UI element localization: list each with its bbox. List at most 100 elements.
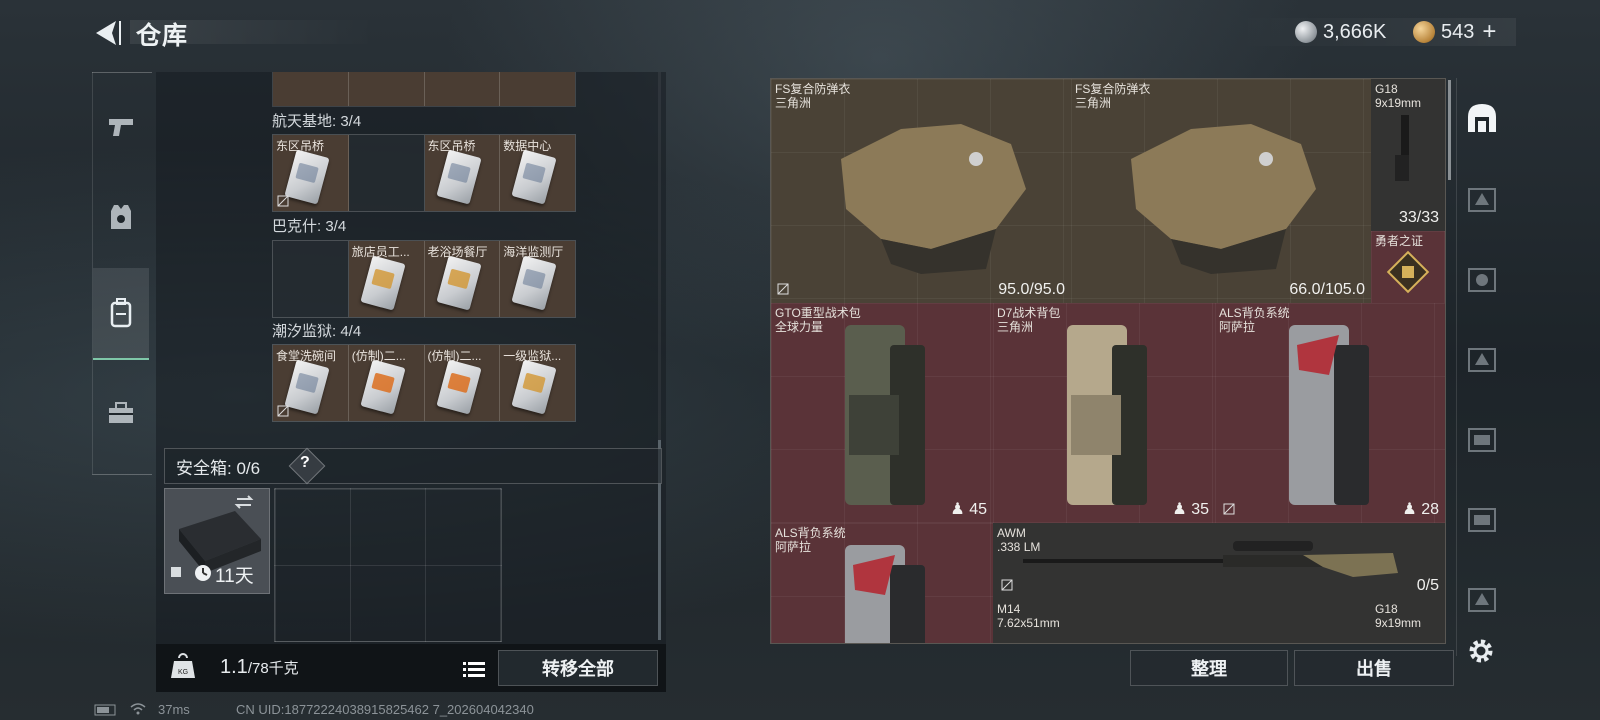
keycard-icon (284, 359, 330, 415)
body-armor-icon (841, 124, 1026, 274)
nav-tab-storage-5[interactable] (1457, 398, 1507, 478)
key-row-bakesh: 旅店员工... 老浴场餐厅 海洋监测厅 (272, 240, 576, 318)
inventory-item-backpack[interactable]: ALS背负系统 阿萨拉 ♟ 28 (1215, 303, 1445, 524)
key-slot[interactable] (273, 72, 349, 106)
key-slot[interactable]: 一级监狱... (500, 345, 575, 421)
nav-tab-storage-4[interactable] (1457, 318, 1507, 398)
inventory-item-armor[interactable]: FS复合防弹衣 三角洲 95.0/95.0 (771, 79, 1072, 304)
nav-tab-weapons[interactable] (93, 82, 149, 172)
item-title: G18 (1375, 602, 1398, 616)
inventory-item-pistol[interactable]: G18 9x19mm (1371, 599, 1445, 643)
list-view-button[interactable] (458, 654, 490, 684)
key-slot[interactable]: 东区吊桥 (424, 135, 501, 211)
storage-expansion-icon (1468, 348, 1496, 372)
add-currency-button[interactable]: + (1482, 18, 1496, 46)
sort-button[interactable]: 整理 (1130, 650, 1288, 686)
inventory-scrollbar[interactable] (1448, 80, 1451, 180)
key-name: 食堂洗碗间 (276, 349, 337, 363)
item-name: G18 9x19mm (1375, 82, 1421, 110)
list-icon (463, 662, 485, 677)
ammo-count: 0/5 (1416, 577, 1439, 594)
back-button[interactable] (90, 18, 126, 48)
inventory-item-medal[interactable]: 勇者之证 (1371, 231, 1445, 304)
inventory-item-rifle[interactable]: M14 7.62x51mm (993, 599, 1372, 643)
keycard-icon (435, 149, 482, 205)
nav-tab-storage-3[interactable] (1457, 238, 1507, 318)
item-subtitle: 9x19mm (1375, 616, 1422, 630)
armor-vest-icon (111, 205, 131, 229)
nav-tab-storage-6[interactable] (1457, 478, 1507, 558)
nav-tab-storage-7[interactable] (1457, 558, 1507, 638)
weight-icon: KG (171, 653, 195, 678)
key-slot[interactable] (500, 72, 575, 106)
backpack-icon (845, 545, 925, 643)
key-slot[interactable]: 数据中心 (500, 135, 575, 211)
key-name: (仿制)二... (351, 349, 406, 363)
key-slot[interactable]: (仿制)二... (424, 345, 501, 421)
no-trade-icon (277, 405, 289, 417)
sell-button[interactable]: 出售 (1294, 650, 1454, 686)
key-name: 一级监狱... (503, 349, 562, 363)
empty-key-slot[interactable] (273, 241, 349, 317)
left-nav (92, 72, 149, 474)
safe-box-slot[interactable]: 11天 (164, 488, 270, 594)
inventory-item-rifle[interactable]: AWM .338 LM 0/5 (993, 523, 1445, 600)
nav-tab-armor[interactable] (93, 172, 149, 262)
backpack-icon (1289, 325, 1369, 505)
inventory-item-backpack[interactable]: ALS背负系统 阿萨拉 (771, 523, 994, 643)
silver-amount: 3,666K (1323, 20, 1387, 43)
nav-tab-toolbox[interactable] (93, 368, 149, 458)
backpack-icon (110, 298, 132, 328)
key-slot[interactable]: 老浴场餐厅 (424, 241, 501, 317)
key-slot[interactable]: 海洋监测厅 (500, 241, 575, 317)
no-trade-icon (777, 283, 789, 295)
ammo-count: 33/33 (1398, 209, 1439, 226)
key-row-aerospace: 东区吊桥 东区吊桥 数据中心 (272, 134, 576, 212)
capacity: ♟ 45 (950, 501, 987, 518)
inventory-item-backpack[interactable]: D7战术背包 三角洲 ♟ 35 (993, 303, 1216, 524)
key-slot[interactable] (348, 72, 425, 106)
battery-icon (94, 704, 116, 716)
key-name: 海洋监测厅 (503, 245, 564, 259)
storage-expansion-icon (1468, 188, 1496, 212)
safe-box-label: 安全箱: 0/6 (176, 459, 261, 478)
item-subtitle: 阿萨拉 (775, 540, 812, 554)
help-button[interactable]: ? (300, 454, 310, 472)
item-name: G18 9x19mm (1375, 602, 1421, 630)
storage-expansion-icon (1468, 428, 1496, 452)
key-name: (仿制)二... (427, 349, 482, 363)
key-name: 东区吊桥 (427, 139, 476, 153)
key-slot[interactable]: 旅店员工... (348, 241, 425, 317)
empty-key-slot[interactable] (348, 135, 425, 211)
item-title: AWM (997, 526, 1026, 540)
storage-expansion-icon (1468, 268, 1496, 292)
storage-expansion-icon (1468, 588, 1496, 612)
key-slot[interactable]: 食堂洗碗间 (273, 345, 349, 421)
key-slot[interactable] (424, 72, 501, 106)
nav-tab-backpack[interactable] (93, 268, 149, 360)
nav-tab-warehouse[interactable] (1457, 78, 1507, 158)
key-name: 老浴场餐厅 (427, 245, 488, 259)
key-slot[interactable]: 东区吊桥 (273, 135, 349, 211)
inventory-item-armor[interactable]: FS复合防弹衣 三角洲 66.0/105.0 (1071, 79, 1372, 304)
wifi-icon (130, 703, 146, 715)
item-subtitle: 9x19mm (1375, 96, 1422, 110)
backpack-icon (1067, 325, 1147, 505)
capacity: ♟ 35 (1172, 501, 1209, 518)
item-subtitle: 阿萨拉 (1219, 320, 1256, 334)
key-slot[interactable]: (仿制)二... (348, 345, 425, 421)
settings-button[interactable] (1466, 636, 1496, 671)
item-subtitle: 7.62x51mm (997, 616, 1060, 630)
gold-coin-icon (1413, 21, 1435, 43)
transfer-all-button[interactable]: 转移全部 (498, 650, 658, 686)
pistol-icon (109, 119, 133, 136)
key-name: 东区吊桥 (276, 139, 325, 153)
durability: 95.0/95.0 (998, 281, 1065, 298)
safe-box-grid[interactable] (274, 488, 502, 642)
inventory-item-pistol[interactable]: G18 9x19mm 33/33 (1371, 79, 1445, 232)
item-title: D7战术背包 (997, 306, 1061, 320)
nav-tab-storage-2[interactable] (1457, 158, 1507, 238)
inventory-item-backpack[interactable]: GTO重型战术包 全球力量 ♟ 45 (771, 303, 994, 524)
key-name: 数据中心 (503, 139, 552, 153)
item-subtitle: 三角洲 (997, 320, 1034, 334)
